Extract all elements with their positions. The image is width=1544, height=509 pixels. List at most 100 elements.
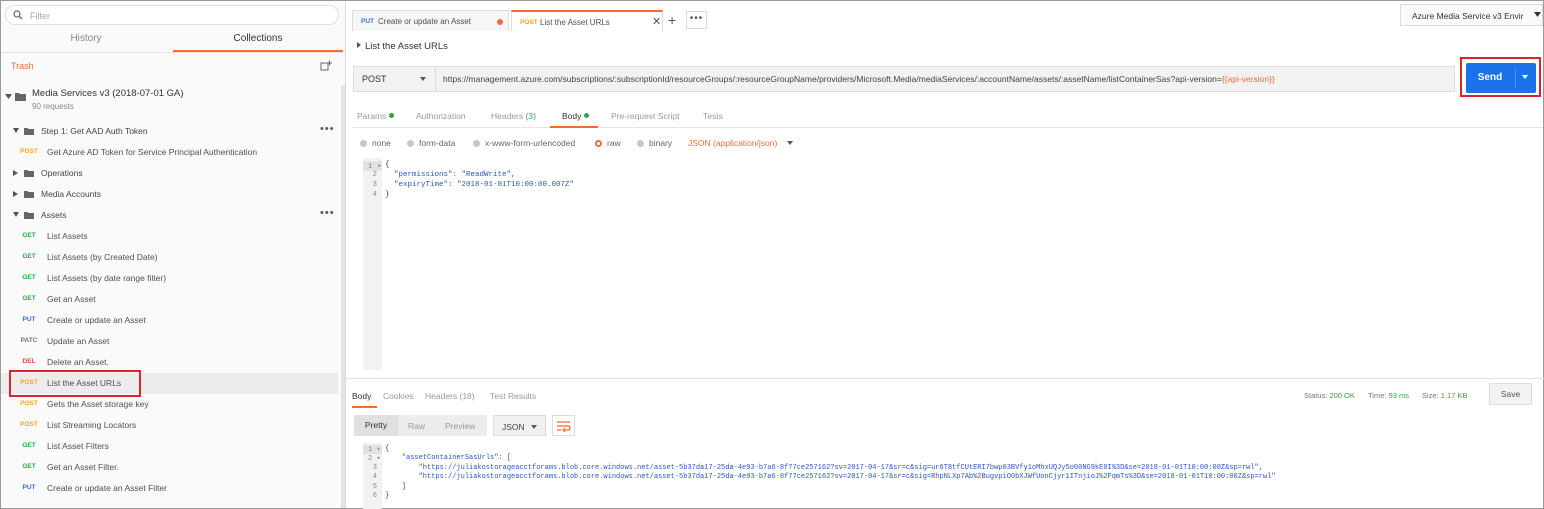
request-label: List Assets (by date range filter)	[47, 273, 167, 283]
folder-more-button[interactable]: •••	[320, 207, 335, 219]
tab-prerequest-script[interactable]: Pre-request Script	[611, 111, 680, 121]
line-number: 5	[372, 483, 377, 491]
method-select[interactable]: POST	[354, 67, 436, 91]
breadcrumb[interactable]: List the Asset URLs	[357, 41, 448, 52]
response-body-viewer[interactable]: 1 ▾ 2 ▾ 3 4 5 6 { "assetContainerSasUrls…	[363, 443, 1543, 509]
method-badge: PUT	[22, 484, 36, 491]
request-item[interactable]: GET List Assets	[1, 226, 338, 247]
tab-authorization[interactable]: Authorization	[416, 111, 466, 121]
folder-icon	[24, 128, 34, 135]
view-raw-button[interactable]: Raw	[408, 421, 425, 431]
folder-row[interactable]: Assets •••	[1, 205, 338, 226]
request-item[interactable]: PATC Update an Asset	[1, 331, 338, 352]
method-badge: PUT	[361, 18, 374, 25]
url-variable: {{api-version}}	[1221, 74, 1275, 84]
radio-raw[interactable]: raw	[595, 138, 621, 148]
time-value: 93 ms	[1388, 391, 1410, 400]
content-type-select[interactable]: JSON (application/json)	[688, 138, 777, 148]
tab-params[interactable]: Params	[357, 111, 395, 121]
request-item[interactable]: POST Gets the Asset storage key	[1, 394, 338, 415]
tab-response-headers[interactable]: Headers (18)	[425, 391, 475, 401]
request-item[interactable]: POST Get Azure AD Token for Service Princ…	[1, 142, 338, 163]
chevron-down-icon	[420, 77, 426, 81]
request-label: List Assets (by Created Date)	[47, 252, 158, 262]
request-label: Delete an Asset.	[47, 357, 109, 367]
folder-row[interactable]: Media Accounts	[1, 184, 338, 205]
size-readout: Size: 1.17 KB	[1422, 391, 1467, 400]
url-text: https://management.azure.com/subscriptio…	[443, 74, 1222, 84]
collection-name: Media Services v3 (2018-07-01 GA)	[32, 88, 184, 99]
code-line: {	[385, 161, 390, 169]
collection-tree: Step 1: Get AAD Auth Token ••• POST Get Azu…	[1, 121, 341, 499]
request-body-editor[interactable]: 1 ▾ 2 3 4 { "permissions": "ReadWrite", …	[363, 158, 1543, 370]
chevron-down-icon	[1534, 12, 1541, 17]
tab-more-button[interactable]: •••	[686, 11, 707, 29]
save-response-button[interactable]: Save	[1489, 383, 1532, 405]
new-collection-icon[interactable]	[320, 60, 332, 72]
code-line: ]	[385, 483, 407, 491]
tab-test-results[interactable]: Test Results	[490, 391, 536, 401]
folder-row[interactable]: Operations	[1, 163, 338, 184]
code-line: }	[385, 191, 390, 199]
method-value: POST	[362, 74, 387, 84]
sidebar-scrollbar[interactable]	[341, 85, 345, 508]
filter-input[interactable]	[30, 9, 320, 22]
request-tabs: Params Authorization Headers (3) Body Pr…	[353, 106, 1543, 128]
format-value: JSON	[502, 422, 525, 432]
request-item[interactable]: GET List Assets (by date range filter)	[1, 268, 338, 289]
folder-icon	[24, 170, 34, 177]
request-item[interactable]: GET List Assets (by Created Date)	[1, 247, 338, 268]
method-badge: DEL	[22, 358, 36, 365]
radio-form-data[interactable]: form-data	[407, 138, 455, 148]
wrap-lines-button[interactable]	[552, 415, 575, 436]
tab-create-or-update-asset[interactable]: PUT Create or update an Asset	[352, 10, 509, 31]
tab-tests[interactable]: Tests	[703, 111, 723, 121]
line-number: 3	[372, 181, 377, 189]
request-tab-bar: PUT Create or update an Asset POST List …	[352, 10, 1392, 31]
trash-link[interactable]: Trash	[11, 61, 34, 71]
request-item[interactable]: PUT Create or update an Asset	[1, 310, 338, 331]
close-icon[interactable]: ✕	[652, 15, 661, 28]
request-item[interactable]: GET Get an Asset	[1, 289, 338, 310]
size-value: 1.17 KB	[1440, 391, 1468, 400]
request-item[interactable]: GET Get an Asset Filter.	[1, 457, 338, 478]
method-badge: GET	[22, 232, 36, 239]
method-badge: GET	[22, 295, 36, 302]
request-item[interactable]: POST List Streaming Locators	[1, 415, 338, 436]
tab-collections[interactable]: Collections	[173, 29, 343, 52]
unsaved-dot	[497, 19, 503, 25]
request-item[interactable]: PUT Create or update an Asset Filter	[1, 478, 338, 499]
tab-list-asset-urls[interactable]: POST List the Asset URLs ✕	[511, 10, 663, 31]
radio-binary[interactable]: binary	[637, 138, 672, 148]
search-icon	[13, 10, 23, 20]
view-preview-button[interactable]: Preview	[445, 421, 475, 431]
line-number: 1 ▾	[363, 445, 382, 454]
radio-urlencoded[interactable]: x-www-form-urlencoded	[473, 138, 575, 148]
environment-selector[interactable]: Azure Media Service v3 Envir	[1400, 4, 1543, 26]
folder-more-button[interactable]: •••	[320, 123, 335, 135]
tab-response-body[interactable]: Body	[352, 391, 371, 401]
folder-row[interactable]: Step 1: Get AAD Auth Token •••	[1, 121, 338, 142]
format-select[interactable]: JSON	[493, 415, 546, 436]
view-pretty-button[interactable]: Pretty	[354, 415, 398, 436]
tab-history[interactable]: History	[1, 29, 171, 52]
url-input[interactable]: https://management.azure.com/subscriptio…	[443, 74, 1275, 84]
tab-headers[interactable]: Headers (3)	[491, 111, 536, 121]
status-readout: Status: 200 OK	[1304, 391, 1355, 400]
folder-icon	[24, 212, 34, 219]
status-value: 200 OK	[1329, 391, 1355, 400]
collection-header[interactable]: Media Services v3 (2018-07-01 GA) 90 req…	[1, 81, 345, 115]
request-label: Get an Asset	[47, 294, 96, 304]
status-dot	[584, 113, 590, 118]
radio-none[interactable]: none	[360, 138, 391, 148]
request-label: Update an Asset	[47, 336, 110, 346]
status-dot	[389, 113, 395, 118]
chevron-down-icon[interactable]	[787, 141, 793, 145]
filter-box[interactable]	[5, 5, 339, 25]
add-tab-icon[interactable]: +	[668, 13, 676, 27]
tab-body[interactable]: Body	[562, 111, 590, 121]
request-item[interactable]: GET List Asset Filters	[1, 436, 338, 457]
highlight-box-list-asset-urls	[9, 370, 141, 397]
tab-response-cookies[interactable]: Cookies	[383, 391, 414, 401]
tab-label: Create or update an Asset	[378, 17, 471, 26]
